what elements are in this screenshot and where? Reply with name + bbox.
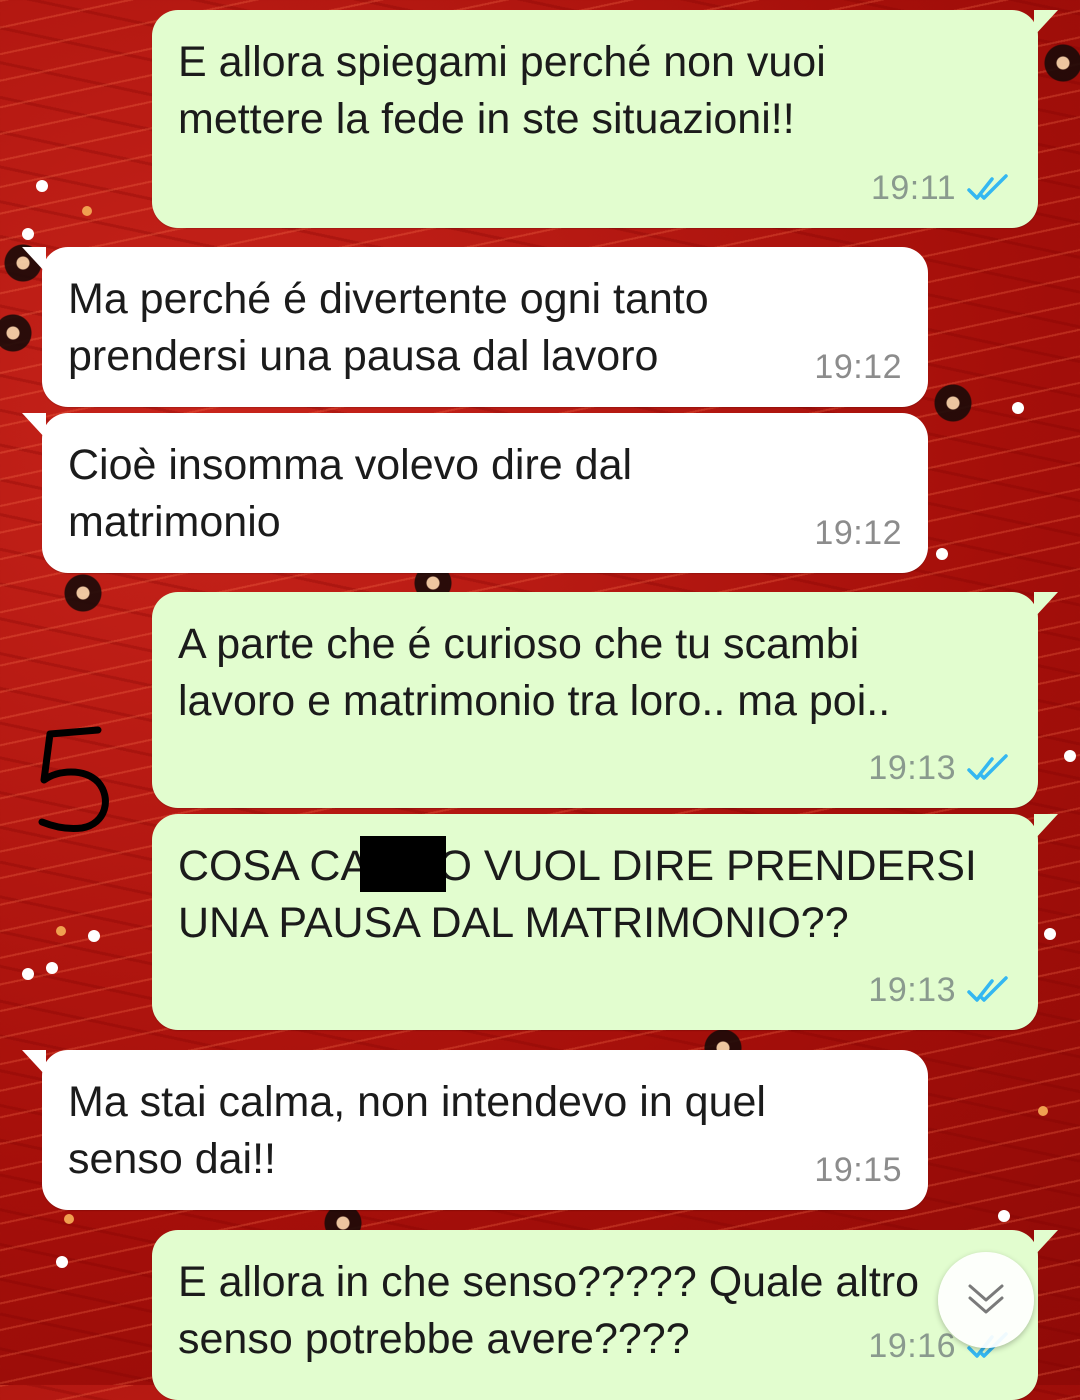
- message-text: Ma perché é divertente ogni tanto prende…: [68, 275, 709, 380]
- message-bubble-incoming[interactable]: Ma perché é divertente ogni tanto prende…: [22, 247, 928, 407]
- message-text: Cioè insomma volevo dire dal matrimonio: [68, 441, 633, 546]
- message-bubble-outgoing[interactable]: A parte che é curioso che tu scambi lavo…: [152, 592, 1058, 808]
- handwritten-number-annotation: [38, 726, 109, 832]
- message-text: E allora in che senso????? Quale altro s…: [178, 1258, 920, 1363]
- message-bubble-incoming[interactable]: Cioè insomma volevo dire dal matrimonio …: [22, 413, 928, 573]
- message-time: 19:13: [868, 749, 956, 787]
- message-bubble-outgoing[interactable]: E allora spiegami perché non vuoi metter…: [152, 10, 1058, 228]
- message-text: Ma stai calma, non intendevo in quel sen…: [68, 1078, 766, 1183]
- message-text: A parte che é curioso che tu scambi lavo…: [178, 620, 891, 725]
- message-bubble-incoming[interactable]: Ma stai calma, non intendevo in quel sen…: [22, 1050, 928, 1210]
- chevron-down-icon: [968, 1284, 1004, 1314]
- scroll-to-bottom-button[interactable]: [938, 1252, 1034, 1348]
- message-time: 19:11: [870, 169, 956, 207]
- message-time: 19:15: [814, 1151, 902, 1189]
- message-text: COSA CA O VUOL DIRE PRENDERSI UNA PAUSA …: [178, 842, 977, 947]
- message-text: E allora spiegami perché non vuoi metter…: [178, 38, 826, 143]
- censor-bar: [360, 836, 446, 892]
- double-check-icon: [967, 753, 1008, 780]
- message-meta: 19:12: [814, 514, 902, 553]
- message-meta: 19:13: [868, 971, 1012, 1010]
- message-bubble-outgoing[interactable]: E allora in che senso????? Quale altro s…: [152, 1230, 1058, 1400]
- message-meta: 19:12: [814, 348, 902, 387]
- double-check-icon: [967, 173, 1008, 200]
- message-bubble-outgoing[interactable]: COSA CA O VUOL DIRE PRENDERSI UNA PAUSA …: [152, 814, 1058, 1030]
- message-meta: 19:15: [814, 1151, 902, 1190]
- message-time: 19:13: [868, 971, 956, 1009]
- double-check-icon: [967, 975, 1008, 1002]
- message-time: 19:12: [814, 348, 902, 386]
- message-time: 19:12: [814, 514, 902, 552]
- message-time: 19:16: [868, 1327, 956, 1365]
- message-meta: 19:13: [868, 749, 1012, 788]
- message-meta: 19:11: [871, 169, 1012, 208]
